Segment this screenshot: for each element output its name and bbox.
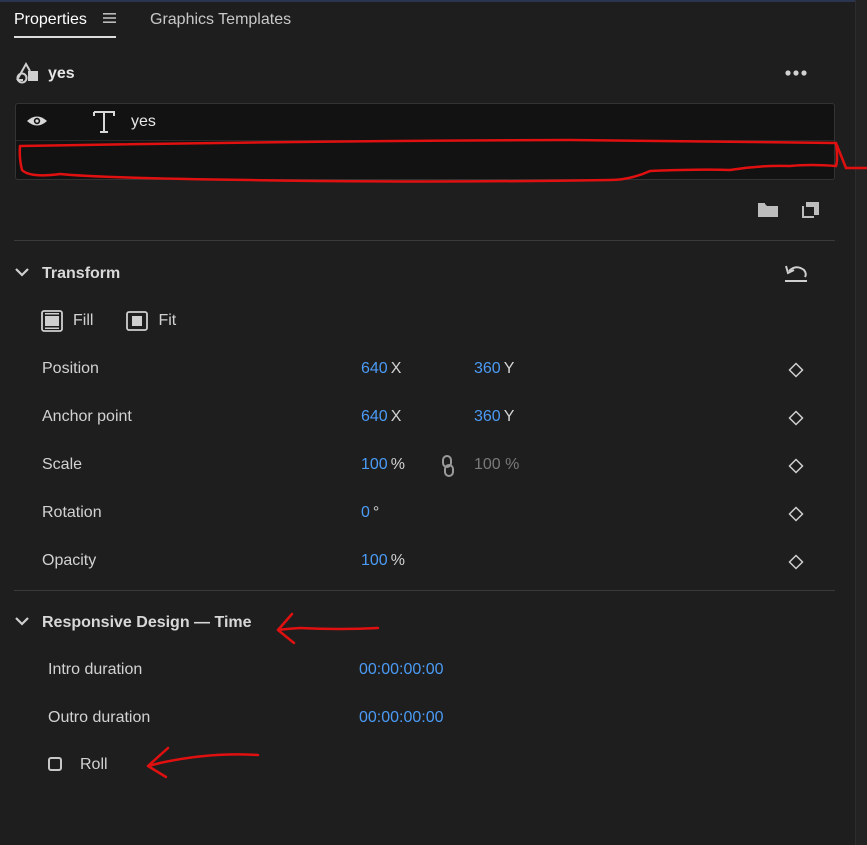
fill-icon — [41, 310, 63, 332]
roll-label: Roll — [80, 756, 108, 773]
fit-label: Fit — [158, 312, 177, 329]
outro-duration-row: Outro duration 00:00:00:00 — [0, 705, 855, 733]
layer-row[interactable]: yes — [16, 104, 834, 141]
roll-checkbox[interactable] — [48, 757, 62, 771]
divider — [14, 590, 835, 591]
layers-list: yes — [15, 103, 835, 180]
fit-icon — [126, 311, 149, 331]
scale-value[interactable]: 100% — [361, 456, 405, 474]
position-x[interactable]: 640 X — [361, 360, 401, 378]
property-row-anchor-point: Anchor point 640 X 360 Y — [0, 404, 855, 432]
rotation-label: Rotation — [42, 504, 102, 521]
layer-row-label: yes — [131, 113, 156, 130]
panel-menu-icon[interactable] — [103, 8, 117, 32]
keyframe-diamond-icon[interactable] — [788, 362, 804, 378]
transform-title: Transform — [42, 265, 121, 282]
outro-duration-value[interactable]: 00:00:00:00 — [359, 709, 444, 727]
scale-linked-value: 100 % — [474, 456, 520, 473]
layer-title: yes — [48, 65, 75, 82]
divider — [14, 240, 835, 241]
more-options-icon[interactable] — [783, 64, 811, 82]
fill-button[interactable]: Fill — [41, 310, 93, 332]
fill-label: Fill — [73, 312, 94, 329]
opacity-value[interactable]: 100% — [361, 552, 405, 570]
panel-top-border — [0, 0, 867, 2]
link-icon[interactable] — [440, 454, 456, 483]
new-layer-icon[interactable] — [802, 201, 820, 223]
properties-panel: Properties Graphics Templates yes yes Tr… — [0, 0, 867, 845]
anchor-point-label: Anchor point — [42, 408, 132, 425]
intro-duration-label: Intro duration — [48, 661, 143, 678]
tab-graphics-templates-label: Graphics Templates — [150, 11, 292, 28]
text-layer-icon — [91, 109, 117, 140]
scale-label: Scale — [42, 456, 83, 473]
folder-icon[interactable] — [757, 201, 779, 223]
anchor-point-y[interactable]: 360 Y — [474, 408, 514, 426]
fill-fit-row: Fill Fit — [41, 308, 176, 334]
fit-button[interactable]: Fit — [126, 311, 176, 331]
intro-duration-value[interactable]: 00:00:00:00 — [359, 661, 444, 679]
shapes-icon — [14, 60, 40, 89]
property-row-rotation: Rotation 0 ° — [0, 500, 855, 528]
keyframe-diamond-icon[interactable] — [788, 410, 804, 426]
anchor-point-x[interactable]: 640 X — [361, 408, 401, 426]
outro-duration-label: Outro duration — [48, 709, 151, 726]
layer-row-redacted[interactable] — [16, 141, 834, 179]
eye-icon[interactable] — [26, 113, 48, 134]
position-y[interactable]: 360 Y — [474, 360, 514, 378]
property-row-scale: Scale 100% 100 % — [0, 452, 855, 480]
rotation-value[interactable]: 0 ° — [361, 504, 379, 522]
panel-edge — [855, 0, 867, 845]
property-row-position: Position 640 X 360 Y — [0, 356, 855, 384]
responsive-design-section-header[interactable]: Responsive Design — Time — [14, 611, 252, 635]
chevron-down-icon[interactable] — [14, 614, 30, 632]
tab-properties[interactable]: Properties — [14, 8, 117, 38]
position-label: Position — [42, 360, 99, 377]
tab-properties-label: Properties — [14, 11, 87, 29]
tab-graphics-templates[interactable]: Graphics Templates — [150, 8, 291, 36]
keyframe-diamond-icon[interactable] — [788, 506, 804, 522]
layer-header: yes — [14, 60, 75, 88]
transform-section-header[interactable]: Transform — [14, 262, 120, 286]
property-row-opacity: Opacity 100% — [0, 548, 855, 576]
keyframe-diamond-icon[interactable] — [788, 554, 804, 570]
opacity-label: Opacity — [42, 552, 97, 569]
keyframe-diamond-icon[interactable] — [788, 458, 804, 474]
reset-icon[interactable] — [783, 262, 809, 289]
chevron-down-icon[interactable] — [14, 265, 30, 283]
intro-duration-row: Intro duration 00:00:00:00 — [0, 657, 855, 685]
responsive-design-title: Responsive Design — Time — [42, 614, 252, 631]
